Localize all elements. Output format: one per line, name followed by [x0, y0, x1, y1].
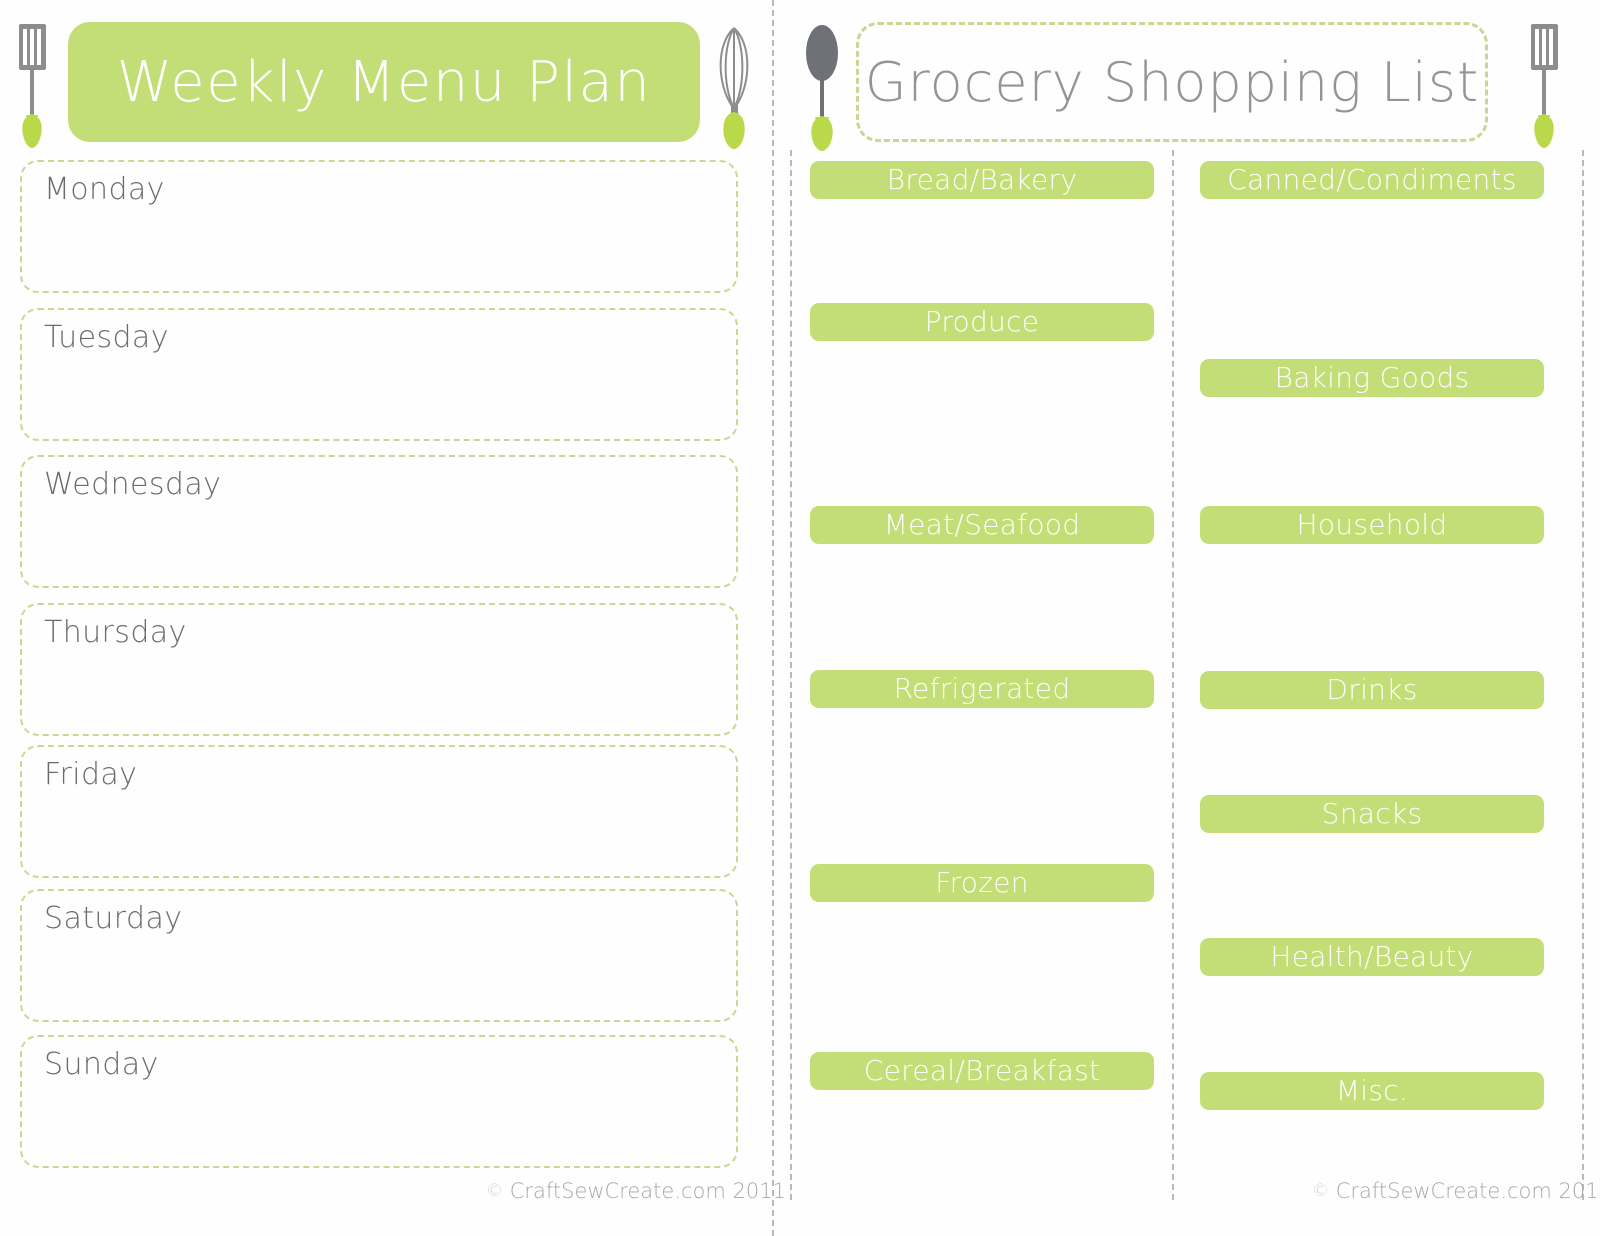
category-label-misc: Misc. [1335, 1074, 1409, 1107]
day-box-saturday[interactable]: Saturday [20, 889, 738, 1022]
category-write-area-snacks[interactable] [1200, 833, 1544, 938]
category-bar-snacks[interactable]: Snacks [1200, 795, 1544, 833]
category-write-area-meat-seafood[interactable] [810, 544, 1154, 670]
category-label-frozen: Frozen [935, 866, 1029, 899]
copyright-icon: © [486, 1181, 503, 1201]
category-write-area-produce[interactable] [810, 341, 1154, 506]
grocery-shopping-list-panel: Grocery Shopping List Bread/Bakery Produ… [772, 0, 1600, 1236]
category-bar-canned-condiments[interactable]: Canned/Condiments [1200, 161, 1544, 199]
category-label-snacks: Snacks [1321, 797, 1423, 830]
day-writing-area-thursday[interactable] [42, 657, 722, 728]
category-write-area-refrigerated[interactable] [810, 708, 1154, 864]
day-box-wednesday[interactable]: Wednesday [20, 455, 738, 588]
day-writing-area-saturday[interactable] [42, 943, 722, 1014]
footer-right-text: CraftSewCreate.com 2011 [1335, 1179, 1600, 1203]
category-label-meat-seafood: Meat/Seafood [883, 508, 1081, 541]
category-label-bread-bakery: Bread/Bakery [886, 163, 1078, 196]
category-bar-bread-bakery[interactable]: Bread/Bakery [810, 161, 1154, 199]
grocery-column-divider-right [1582, 150, 1584, 1200]
category-write-area-bread-bakery[interactable] [810, 199, 1154, 303]
day-writing-area-tuesday[interactable] [42, 362, 722, 433]
day-box-monday[interactable]: Monday [20, 160, 738, 293]
category-write-area-misc[interactable] [1200, 1110, 1544, 1170]
category-write-area-cereal-breakfast[interactable] [810, 1090, 1154, 1170]
category-bar-misc[interactable]: Misc. [1200, 1072, 1544, 1110]
category-bar-health-beauty[interactable]: Health/Beauty [1200, 938, 1544, 976]
category-bar-refrigerated[interactable]: Refrigerated [810, 670, 1154, 708]
planner-page: Weekly Menu Plan Monday Tuesday Wednesda… [0, 0, 1600, 1236]
category-label-baking-goods: Baking Goods [1274, 361, 1470, 394]
category-bar-produce[interactable]: Produce [810, 303, 1154, 341]
whisk-icon [719, 27, 749, 149]
day-label-friday: Friday [44, 757, 138, 792]
category-label-drinks: Drinks [1326, 673, 1418, 706]
grocery-column-divider-left [790, 150, 792, 1200]
category-write-area-drinks[interactable] [1200, 709, 1544, 795]
grocery-right-column: Canned/Condiments Baking Goods Household… [1200, 0, 1544, 1236]
footer-left: © CraftSewCreate.com 2011 [486, 1179, 786, 1203]
day-box-thursday[interactable]: Thursday [20, 603, 738, 736]
day-label-saturday: Saturday [44, 901, 183, 936]
spatula-icon [19, 24, 46, 148]
category-bar-baking-goods[interactable]: Baking Goods [1200, 359, 1544, 397]
day-label-thursday: Thursday [44, 615, 187, 650]
category-label-cereal-breakfast: Cereal/Breakfast [863, 1054, 1101, 1087]
category-label-health-beauty: Health/Beauty [1270, 940, 1474, 973]
weekly-menu-plan-title: Weekly Menu Plan [116, 49, 652, 115]
category-bar-drinks[interactable]: Drinks [1200, 671, 1544, 709]
footer-right: © CraftSewCreate.com 2011 [1312, 1179, 1600, 1203]
category-bar-household[interactable]: Household [1200, 506, 1544, 544]
category-label-produce: Produce [924, 305, 1040, 338]
day-label-tuesday: Tuesday [44, 320, 169, 355]
category-label-canned-condiments: Canned/Condiments [1227, 163, 1517, 196]
category-write-area-baking-goods[interactable] [1200, 397, 1544, 506]
day-label-wednesday: Wednesday [44, 467, 222, 502]
weekly-menu-plan-header: Weekly Menu Plan [68, 22, 700, 142]
day-writing-area-sunday[interactable] [42, 1089, 722, 1160]
day-writing-area-monday[interactable] [42, 214, 722, 285]
grocery-column-divider-middle [1172, 150, 1174, 1200]
category-write-area-household[interactable] [1200, 544, 1544, 671]
day-writing-area-wednesday[interactable] [42, 509, 722, 580]
weekly-menu-plan-panel: Weekly Menu Plan Monday Tuesday Wednesda… [0, 0, 772, 1236]
copyright-icon: © [1312, 1181, 1329, 1201]
category-bar-cereal-breakfast[interactable]: Cereal/Breakfast [810, 1052, 1154, 1090]
day-label-sunday: Sunday [44, 1047, 159, 1082]
category-write-area-frozen[interactable] [810, 902, 1154, 1052]
category-write-area-health-beauty[interactable] [1200, 976, 1544, 1072]
category-bar-meat-seafood[interactable]: Meat/Seafood [810, 506, 1154, 544]
grocery-left-column: Bread/Bakery Produce Meat/Seafood Refrig… [810, 0, 1154, 1236]
day-label-monday: Monday [44, 172, 165, 207]
category-write-area-canned-condiments[interactable] [1200, 199, 1544, 359]
day-box-tuesday[interactable]: Tuesday [20, 308, 738, 441]
day-writing-area-friday[interactable] [42, 799, 722, 870]
category-bar-frozen[interactable]: Frozen [810, 864, 1154, 902]
day-box-sunday[interactable]: Sunday [20, 1035, 738, 1168]
category-label-refrigerated: Refrigerated [893, 672, 1071, 705]
footer-left-text: CraftSewCreate.com 2011 [509, 1179, 786, 1203]
day-box-friday[interactable]: Friday [20, 745, 738, 878]
category-label-household: Household [1296, 508, 1448, 541]
